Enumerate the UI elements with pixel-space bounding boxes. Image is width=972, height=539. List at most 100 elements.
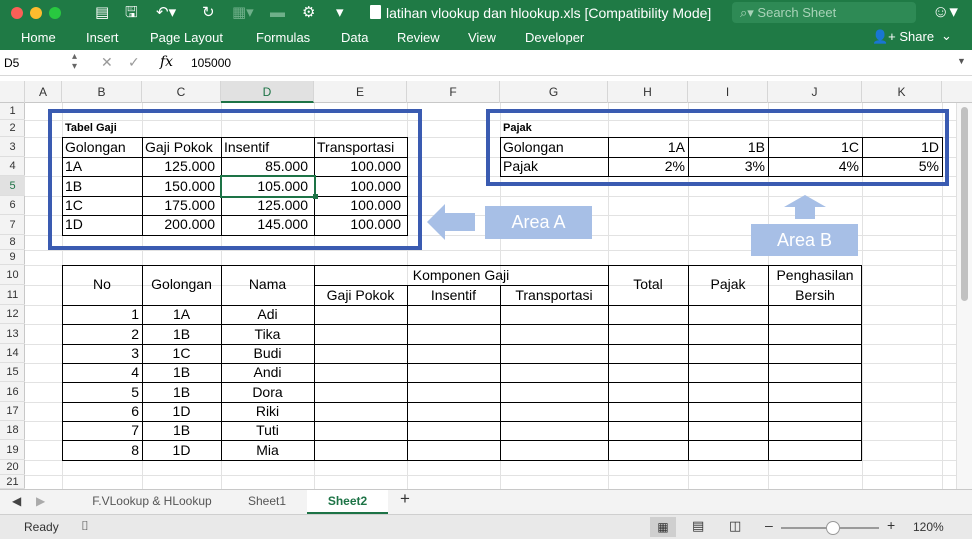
column-header[interactable]: E <box>314 81 407 103</box>
formula-value-input[interactable]: 105000 <box>191 55 231 71</box>
column-header[interactable]: A <box>25 81 62 103</box>
table-icon[interactable]: ▬ <box>270 3 285 23</box>
tab-home[interactable]: Home <box>21 30 56 46</box>
row-no: 6 <box>131 403 139 419</box>
header-golongan: Golongan <box>151 276 212 292</box>
column-header-selected[interactable]: D <box>221 81 314 103</box>
row-header[interactable]: 14 <box>0 344 25 363</box>
column-header[interactable]: J <box>768 81 862 103</box>
row-header[interactable]: 10 <box>0 265 25 285</box>
column-header[interactable]: C <box>142 81 221 103</box>
row-header[interactable]: 2 <box>0 120 25 137</box>
row-header[interactable]: 17 <box>0 402 25 421</box>
zoom-slider-knob[interactable] <box>826 521 840 535</box>
row-header[interactable]: 18 <box>0 421 25 440</box>
share-button[interactable]: 👤+ Share <box>872 28 934 46</box>
row-header[interactable]: 15 <box>0 363 25 382</box>
column-header[interactable]: I <box>688 81 768 103</box>
row-golongan: 1A <box>172 306 191 322</box>
ribbon-collapse-icon[interactable]: ⌄ <box>941 28 952 44</box>
area-a-outline <box>48 109 422 250</box>
cancel-icon[interactable]: ✕ <box>101 54 113 70</box>
search-icon: ⌕▾ <box>740 5 758 20</box>
tab-data[interactable]: Data <box>341 30 368 46</box>
page-layout-view-icon[interactable]: ▤ <box>692 518 704 534</box>
header-penghasilan: Penghasilan <box>776 267 854 283</box>
qat-more-icon[interactable]: ▾ <box>336 3 344 23</box>
macro-record-icon[interactable]: ⌷ <box>81 518 89 534</box>
search-sheet-input[interactable]: ⌕▾ Search Sheet <box>732 2 916 23</box>
tab-insert[interactable]: Insert <box>86 30 119 46</box>
row-header[interactable]: 21 <box>0 475 25 489</box>
function-icon[interactable]: fx <box>160 54 173 70</box>
formula-expand-icon[interactable]: ▼ <box>957 56 966 66</box>
row-no: 1 <box>131 306 139 322</box>
redo-icon[interactable]: ↻ <box>202 3 215 23</box>
column-header[interactable]: F <box>407 81 500 103</box>
row-header[interactable]: 7 <box>0 215 25 235</box>
row-golongan: 1D <box>172 403 191 419</box>
scroll-tabs-left-icon[interactable]: ◀ <box>12 492 21 510</box>
column-header[interactable]: G <box>500 81 608 103</box>
row-golongan: 1B <box>172 384 191 400</box>
row-nama: Dora <box>252 384 283 400</box>
tab-formulas[interactable]: Formulas <box>256 30 310 46</box>
row-header[interactable]: 9 <box>0 250 25 265</box>
row-header[interactable]: 1 <box>0 103 25 120</box>
zoom-level[interactable]: 120% <box>913 520 944 534</box>
row-header[interactable]: 6 <box>0 196 25 215</box>
row-golongan: 1B <box>172 422 191 438</box>
row-header[interactable]: 19 <box>0 440 25 460</box>
tab-developer[interactable]: Developer <box>525 30 584 46</box>
row-header[interactable]: 3 <box>0 137 25 157</box>
scroll-tabs-right-icon[interactable]: ▶ <box>36 492 45 510</box>
close-window-button[interactable] <box>11 7 23 19</box>
undo-icon[interactable]: ↶▾ <box>156 3 176 23</box>
tab-review[interactable]: Review <box>397 30 440 46</box>
select-all-corner[interactable] <box>0 81 25 103</box>
header-no: No <box>93 276 111 292</box>
column-header[interactable]: H <box>608 81 688 103</box>
row-header[interactable]: 8 <box>0 235 25 250</box>
print-icon[interactable]: ▦▾ <box>232 3 254 23</box>
sheet-tab-vlookup[interactable]: F.VLookup & HLookup <box>82 492 222 510</box>
scrollbar-thumb[interactable] <box>961 107 968 301</box>
header-transportasi: Transportasi <box>515 287 593 303</box>
row-header[interactable]: 20 <box>0 460 25 475</box>
normal-view-icon[interactable]: ▦ <box>650 517 676 537</box>
row-header-selected[interactable]: 5 <box>0 176 25 196</box>
vertical-scrollbar[interactable] <box>956 103 972 489</box>
save-icon[interactable]: 🖫 <box>125 3 138 23</box>
row-header[interactable]: 16 <box>0 382 25 402</box>
enter-icon[interactable]: ✓ <box>128 54 140 70</box>
sidebar-toggle-icon[interactable]: ▤ <box>95 3 109 23</box>
row-header[interactable]: 4 <box>0 157 25 176</box>
add-sheet-button[interactable]: + <box>400 490 410 508</box>
name-box-stepper-icon[interactable]: ▴ ▾ <box>72 52 77 72</box>
zoom-out-button[interactable]: – <box>765 517 773 533</box>
name-box[interactable]: D5 <box>4 55 64 71</box>
row-header[interactable]: 12 <box>0 305 25 324</box>
column-header[interactable]: K <box>862 81 942 103</box>
row-headers: 1 2 3 4 5 6 7 8 9 10 11 12 13 14 15 16 1… <box>0 103 25 489</box>
area-b-outline <box>486 109 949 186</box>
row-header[interactable]: 11 <box>0 285 25 305</box>
column-header[interactable]: B <box>62 81 142 103</box>
sheet-tab-sheet2-active[interactable]: Sheet2 <box>307 490 388 514</box>
sheet-tab-sheet1[interactable]: Sheet1 <box>227 492 307 510</box>
zoom-in-button[interactable]: + <box>887 517 895 533</box>
zoom-window-button[interactable] <box>49 7 61 19</box>
feedback-smiley-icon[interactable]: ☺▾ <box>932 2 958 22</box>
tab-view[interactable]: View <box>468 30 496 46</box>
row-no: 3 <box>131 345 139 361</box>
tab-page-layout[interactable]: Page Layout <box>150 30 223 46</box>
cell-grid[interactable]: Tabel Gaji Golongan Gaji Pokok Insentif … <box>25 103 956 489</box>
minimize-window-button[interactable] <box>30 7 42 19</box>
header-gaji-pokok: Gaji Pokok <box>326 287 395 303</box>
customize-icon[interactable]: ⚙ <box>302 3 315 23</box>
page-break-view-icon[interactable]: ◫ <box>729 518 741 534</box>
header-pajak: Pajak <box>710 276 746 292</box>
formula-bar: D5 ▴ ▾ ✕ ✓ fx 105000 ▼ <box>0 50 972 76</box>
row-header[interactable]: 13 <box>0 324 25 344</box>
row-nama: Budi <box>253 345 282 361</box>
